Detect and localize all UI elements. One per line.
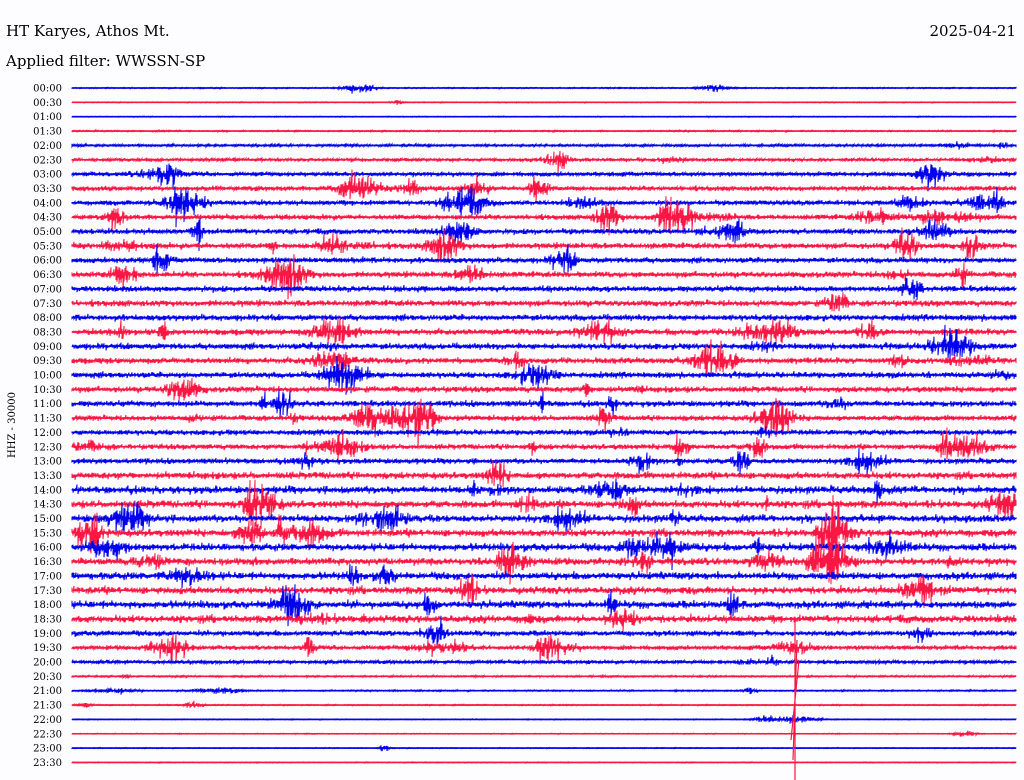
- time-tick-label: 04:00: [33, 198, 62, 209]
- time-tick-label: 15:30: [33, 528, 62, 539]
- y-axis-label-group: HHZ - 30000: [7, 392, 18, 458]
- filter-label: Applied filter: WWSSN-SP: [5, 52, 205, 70]
- time-tick-label: 22:30: [33, 729, 62, 740]
- time-tick-label: 07:30: [33, 299, 62, 310]
- time-tick-label: 21:30: [33, 701, 62, 712]
- time-tick-label: 23:00: [33, 744, 62, 755]
- time-tick-label: 10:30: [33, 385, 62, 396]
- time-tick-label: 22:00: [33, 715, 62, 726]
- time-tick-label: 23:30: [33, 758, 62, 769]
- time-tick-label: 13:00: [33, 457, 62, 468]
- time-tick-label: 03:00: [33, 170, 62, 181]
- time-tick-label: 01:30: [33, 127, 62, 138]
- time-tick-label: 12:00: [33, 428, 62, 439]
- time-tick-label: 21:00: [33, 686, 62, 697]
- time-tick-label: 10:00: [33, 371, 62, 382]
- time-tick-label: 06:00: [33, 256, 62, 267]
- time-tick-label: 13:30: [33, 471, 62, 482]
- time-tick-label: 05:30: [33, 241, 62, 252]
- time-tick-label: 19:00: [33, 629, 62, 640]
- helicorder-chart: HT Karyes, Athos Mt. 2025-04-21 Applied …: [0, 0, 1024, 780]
- time-tick-label: 04:30: [33, 213, 62, 224]
- time-tick-label: 02:30: [33, 155, 62, 166]
- time-tick-label: 17:30: [33, 586, 62, 597]
- time-tick-label: 20:00: [33, 658, 62, 669]
- time-tick-label: 05:00: [33, 227, 62, 238]
- time-tick-label: 14:00: [33, 485, 62, 496]
- time-tick-label: 11:00: [33, 399, 62, 410]
- time-tick-label: 09:00: [33, 342, 62, 353]
- time-tick-label: 12:30: [33, 442, 62, 453]
- date-label: 2025-04-21: [930, 22, 1016, 40]
- station-title: HT Karyes, Athos Mt.: [6, 22, 170, 40]
- time-tick-label: 16:30: [33, 557, 62, 568]
- time-tick-label: 00:30: [33, 98, 62, 109]
- time-tick-label: 16:00: [33, 543, 62, 554]
- time-tick-label: 19:30: [33, 643, 62, 654]
- time-tick-label: 07:00: [33, 284, 62, 295]
- time-tick-label: 14:30: [33, 500, 62, 511]
- time-tick-label: 00:00: [33, 84, 62, 95]
- time-tick-label: 09:30: [33, 356, 62, 367]
- time-tick-label: 17:00: [33, 571, 62, 582]
- time-tick-label: 11:30: [33, 414, 62, 425]
- time-tick-label: 18:30: [33, 614, 62, 625]
- time-tick-label: 01:00: [33, 112, 62, 123]
- time-tick-label: 18:00: [33, 600, 62, 611]
- time-tick-label: 08:30: [33, 327, 62, 338]
- time-tick-label: 06:30: [33, 270, 62, 281]
- time-tick-label: 15:00: [33, 514, 62, 525]
- seismic-traces: [71, 84, 1017, 780]
- time-tick-label: 02:00: [33, 141, 62, 152]
- time-tick-label: 20:30: [33, 672, 62, 683]
- y-axis-label: HHZ - 30000: [7, 392, 18, 458]
- time-tick-label: 03:30: [33, 184, 62, 195]
- time-tick-label: 08:00: [33, 313, 62, 324]
